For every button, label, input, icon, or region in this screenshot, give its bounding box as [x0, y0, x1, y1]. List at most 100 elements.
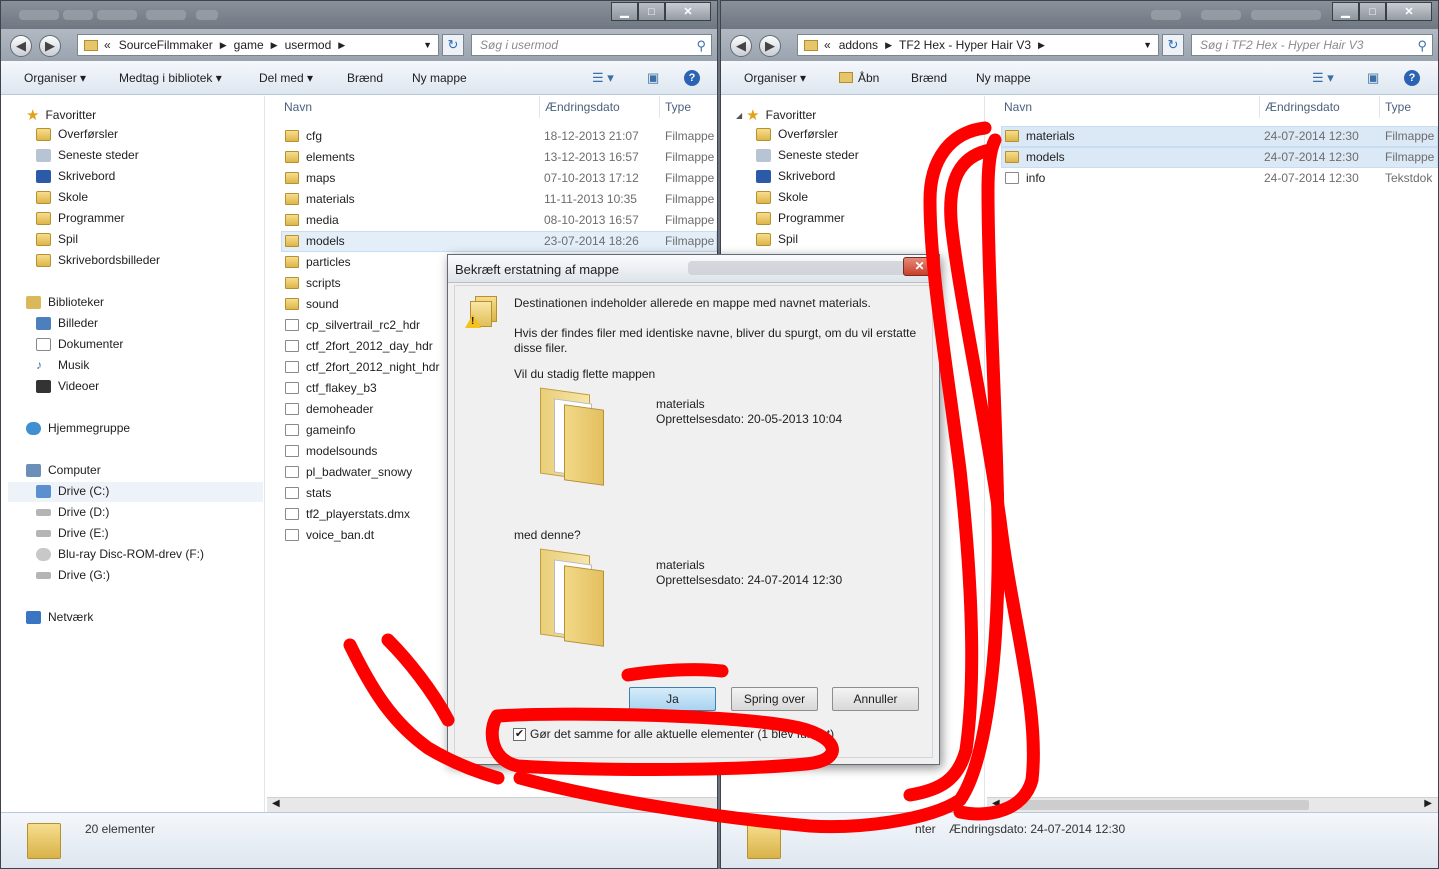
new-folder-button[interactable]: Ny mappe	[976, 71, 1031, 85]
title-bar[interactable]: ▁ □ ✕	[721, 1, 1438, 29]
nav-item-drive-d[interactable]: Drive (D:)	[36, 505, 109, 519]
minimize-button[interactable]: ▁	[611, 2, 638, 21]
nav-item-desktop[interactable]: Skrivebord	[36, 169, 115, 183]
view-options-icon[interactable]: ☰ ▾	[1312, 70, 1334, 86]
breadcrumb-item[interactable]: game	[234, 38, 264, 52]
nav-item-recent[interactable]: Seneste steder	[36, 148, 139, 162]
file-row[interactable]: sound	[285, 294, 339, 314]
preview-pane-icon[interactable]: ▣	[1367, 70, 1379, 86]
column-header-name[interactable]: Navn	[284, 100, 312, 114]
overflow-chevron-icon[interactable]: «	[104, 38, 111, 52]
cancel-button[interactable]: Annuller	[832, 687, 919, 711]
address-bar[interactable]: « addons ▶ TF2 Hex - Hyper Hair V3 ▶ ▼	[797, 34, 1159, 56]
nav-item-drive-g[interactable]: Drive (G:)	[36, 568, 110, 582]
file-row[interactable]: materials	[285, 189, 355, 209]
column-header-date[interactable]: Ændringsdato	[1265, 100, 1340, 114]
open-button[interactable]: Åbn	[839, 71, 879, 85]
dialog-close-button[interactable]: ✕	[903, 257, 936, 276]
burn-button[interactable]: Brænd	[347, 71, 383, 85]
address-bar[interactable]: « SourceFilmmaker ▶ game ▶ usermod ▶ ▼	[77, 34, 439, 56]
file-row[interactable]: cp_silvertrail_rc2_hdr	[285, 315, 420, 335]
nav-homegroup[interactable]: Hjemmegruppe	[26, 421, 130, 435]
skip-button[interactable]: Spring over	[731, 687, 818, 711]
chevron-down-icon[interactable]: ▼	[423, 40, 432, 50]
nav-item-programs[interactable]: Programmer	[756, 211, 845, 225]
nav-item-downloads[interactable]: Overførsler	[756, 127, 838, 141]
apply-to-all-label[interactable]: Gør det samme for alle aktuelle elemente…	[530, 727, 834, 741]
file-row[interactable]: tf2_playerstats.dmx	[285, 504, 410, 524]
file-row[interactable]: particles	[285, 252, 351, 272]
file-row[interactable]: maps	[285, 168, 335, 188]
breadcrumb-item[interactable]: TF2 Hex - Hyper Hair V3	[899, 38, 1031, 52]
preview-pane-icon[interactable]: ▣	[647, 70, 659, 86]
column-header-type[interactable]: Type	[1385, 100, 1411, 114]
file-row[interactable]: ctf_flakey_b3	[285, 378, 377, 398]
refresh-icon[interactable]: ↻	[1162, 34, 1184, 56]
breadcrumb-item[interactable]: addons	[839, 38, 878, 52]
horizontal-scrollbar[interactable]: ◀ ▶	[987, 797, 1438, 812]
close-button[interactable]: ✕	[665, 2, 711, 21]
burn-button[interactable]: Brænd	[911, 71, 947, 85]
file-row[interactable]: ctf_2fort_2012_night_hdr	[285, 357, 439, 377]
maximize-button[interactable]: □	[1359, 2, 1386, 21]
file-row[interactable]: media	[285, 210, 339, 230]
forward-arrow-icon[interactable]: ▶	[759, 35, 781, 57]
nav-item-drive-e[interactable]: Drive (E:)	[36, 526, 109, 540]
back-arrow-icon[interactable]: ◀	[730, 35, 752, 57]
file-row[interactable]: stats	[285, 483, 331, 503]
file-row[interactable]: scripts	[285, 273, 341, 293]
file-row[interactable]: models	[285, 231, 345, 251]
nav-item-games[interactable]: Spil	[36, 232, 78, 246]
nav-favorites[interactable]: ◢ ★ Favoritter	[736, 106, 816, 124]
include-library-button[interactable]: Medtag i bibliotek ▾	[119, 71, 222, 85]
chevron-down-icon[interactable]: ▼	[1143, 40, 1152, 50]
file-row[interactable]: demoheader	[285, 399, 373, 419]
organize-button[interactable]: Organiser ▾	[744, 71, 806, 85]
nav-item-drive-c[interactable]: Drive (C:)	[36, 484, 109, 498]
file-row[interactable]: materials	[1005, 126, 1075, 146]
overflow-chevron-icon[interactable]: «	[824, 38, 831, 52]
file-row[interactable]: modelsounds	[285, 441, 377, 461]
file-row[interactable]: ctf_2fort_2012_day_hdr	[285, 336, 433, 356]
nav-item-school[interactable]: Skole	[756, 190, 808, 204]
help-icon[interactable]: ?	[684, 70, 700, 86]
file-row[interactable]: voice_ban.dt	[285, 525, 374, 545]
forward-arrow-icon[interactable]: ▶	[39, 35, 61, 57]
horizontal-scrollbar[interactable]: ◀	[267, 797, 717, 812]
organize-button[interactable]: Organiser ▾	[24, 71, 86, 85]
file-row[interactable]: gameinfo	[285, 420, 355, 440]
dialog-title-bar[interactable]: Bekræft erstatning af mappe ✕	[448, 255, 939, 283]
close-button[interactable]: ✕	[1386, 2, 1432, 21]
nav-item-recent[interactable]: Seneste steder	[756, 148, 859, 162]
search-input[interactable]: Søg i usermod ⚲	[471, 34, 712, 56]
nav-item-games[interactable]: Spil	[756, 232, 798, 246]
breadcrumb-item[interactable]: SourceFilmmaker	[119, 38, 213, 52]
nav-item-wallpapers[interactable]: Skrivebordsbilleder	[36, 253, 160, 267]
share-button[interactable]: Del med ▾	[259, 71, 313, 85]
nav-item-desktop[interactable]: Skrivebord	[756, 169, 835, 183]
existing-folder-icon[interactable]	[534, 387, 610, 486]
new-folder-button[interactable]: Ny mappe	[412, 71, 467, 85]
file-row[interactable]: cfg	[285, 126, 322, 146]
search-icon[interactable]: ⚲	[696, 36, 706, 56]
column-header-type[interactable]: Type	[665, 100, 691, 114]
nav-favorites[interactable]: ★ Favoritter	[26, 106, 96, 124]
search-input[interactable]: Søg i TF2 Hex - Hyper Hair V3 ⚲	[1191, 34, 1433, 56]
maximize-button[interactable]: □	[638, 2, 665, 21]
nav-network[interactable]: Netværk	[26, 610, 93, 624]
file-row[interactable]: elements	[285, 147, 355, 167]
file-row[interactable]: pl_badwater_snowy	[285, 462, 412, 482]
nav-computer[interactable]: Computer	[26, 463, 101, 477]
back-arrow-icon[interactable]: ◀	[10, 35, 32, 57]
help-icon[interactable]: ?	[1404, 70, 1420, 86]
view-options-icon[interactable]: ☰ ▾	[592, 70, 614, 86]
incoming-folder-icon[interactable]	[534, 548, 610, 647]
title-bar[interactable]: ▁ □ ✕	[1, 1, 717, 29]
nav-item-documents[interactable]: Dokumenter	[36, 337, 123, 351]
nav-item-pictures[interactable]: Billeder	[36, 316, 98, 330]
nav-item-school[interactable]: Skole	[36, 190, 88, 204]
nav-item-programs[interactable]: Programmer	[36, 211, 125, 225]
search-icon[interactable]: ⚲	[1417, 36, 1427, 56]
minimize-button[interactable]: ▁	[1332, 2, 1359, 21]
apply-to-all-checkbox[interactable]: ✔	[513, 728, 526, 741]
